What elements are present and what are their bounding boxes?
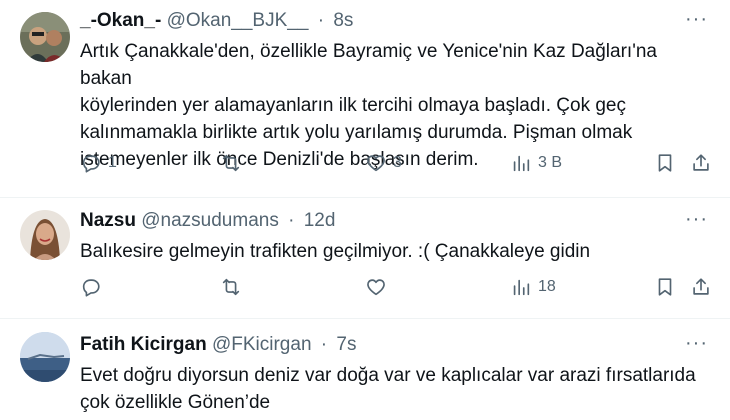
like-icon (367, 279, 385, 296)
reply-button[interactable]: 1 (80, 152, 117, 174)
more-options-icon[interactable]: ··· (685, 208, 708, 231)
bookmark-icon (658, 154, 672, 172)
like-button[interactable] (365, 276, 387, 298)
views-button[interactable]: 18 (510, 276, 556, 298)
reply-icon (82, 155, 100, 173)
divider (0, 318, 730, 319)
view-count: 3 B (538, 154, 563, 171)
more-options-icon[interactable]: ··· (685, 332, 708, 355)
separator-dot: · (317, 10, 325, 31)
like-button[interactable]: 3 (365, 152, 402, 174)
like-icon (367, 155, 385, 172)
display-name[interactable]: Nazsu (80, 210, 136, 231)
tweet-text-line: Evet doğru diyorsun deniz var doğa var v… (80, 365, 696, 386)
tweet-text-line: çok özellikle Gönen’de (80, 392, 271, 413)
retweet-button[interactable] (220, 276, 242, 298)
timestamp[interactable]: 12d (304, 210, 336, 231)
bookmark-button[interactable] (654, 276, 676, 298)
tweet-header: _-Okan_- @Okan__BJK__ · 8s (80, 10, 353, 32)
separator-dot: · (288, 210, 295, 231)
timestamp[interactable]: 8s (333, 10, 353, 31)
avatar[interactable] (20, 210, 70, 260)
views-icon (513, 155, 530, 172)
retweet-button[interactable] (220, 152, 242, 174)
share-button[interactable] (690, 152, 712, 174)
action-bar: 18 (80, 276, 720, 306)
tweet-text: Evet doğru diyorsun deniz var doğa var v… (80, 362, 710, 416)
timestamp[interactable]: 7s (336, 334, 356, 355)
share-icon (693, 154, 709, 171)
display-name[interactable]: Fatih Kicirgan (80, 334, 207, 355)
tweet-header: Nazsu @nazsudumans · 12d (80, 210, 335, 232)
tweet-1[interactable]: _-Okan_- @Okan__BJK__ · 8s ··· Artık Çan… (0, 0, 730, 200)
reply-icon (82, 279, 100, 297)
avatar[interactable] (20, 12, 70, 62)
reply-count: 1 (108, 154, 117, 171)
tweet-text-line: Balıkesire gelmeyin trafikten geçilmiyor… (80, 241, 591, 262)
tweet-text-line: kalınmamakla birlikte artık yolu yarılam… (80, 122, 633, 143)
view-count: 18 (538, 278, 556, 295)
bookmark-icon (658, 278, 672, 296)
tweet-3[interactable]: Fatih Kicirgan @FKicirgan · 7s ··· Evet … (0, 320, 730, 420)
tweet-text-line: köylerinden yer alamayanların ilk tercih… (80, 95, 626, 116)
tweet-2[interactable]: Nazsu @nazsudumans · 12d ··· Balıkesire … (0, 198, 730, 320)
action-bar: 1 3 3 B (80, 152, 720, 182)
user-handle[interactable]: @nazsudumans (141, 210, 279, 231)
tweet-text-line: Artık Çanakkale'den, özellikle Bayramiç … (80, 41, 657, 89)
tweet-text: Balıkesire gelmeyin trafikten geçilmiyor… (80, 238, 710, 265)
tweet-header: Fatih Kicirgan @FKicirgan · 7s (80, 334, 356, 356)
reply-button[interactable] (80, 276, 102, 298)
user-handle[interactable]: @FKicirgan (212, 334, 312, 355)
more-options-icon[interactable]: ··· (685, 8, 708, 31)
user-handle[interactable]: @Okan__BJK__ (167, 10, 309, 31)
display-name[interactable]: _-Okan_- (80, 10, 161, 31)
share-icon (693, 278, 709, 295)
share-button[interactable] (690, 276, 712, 298)
avatar[interactable] (20, 332, 70, 382)
retweet-icon (222, 278, 240, 296)
retweet-icon (222, 154, 240, 172)
views-button[interactable]: 3 B (510, 152, 562, 174)
views-icon (513, 279, 530, 296)
like-count: 3 (393, 154, 402, 171)
bookmark-button[interactable] (654, 152, 676, 174)
separator-dot: · (320, 334, 328, 355)
